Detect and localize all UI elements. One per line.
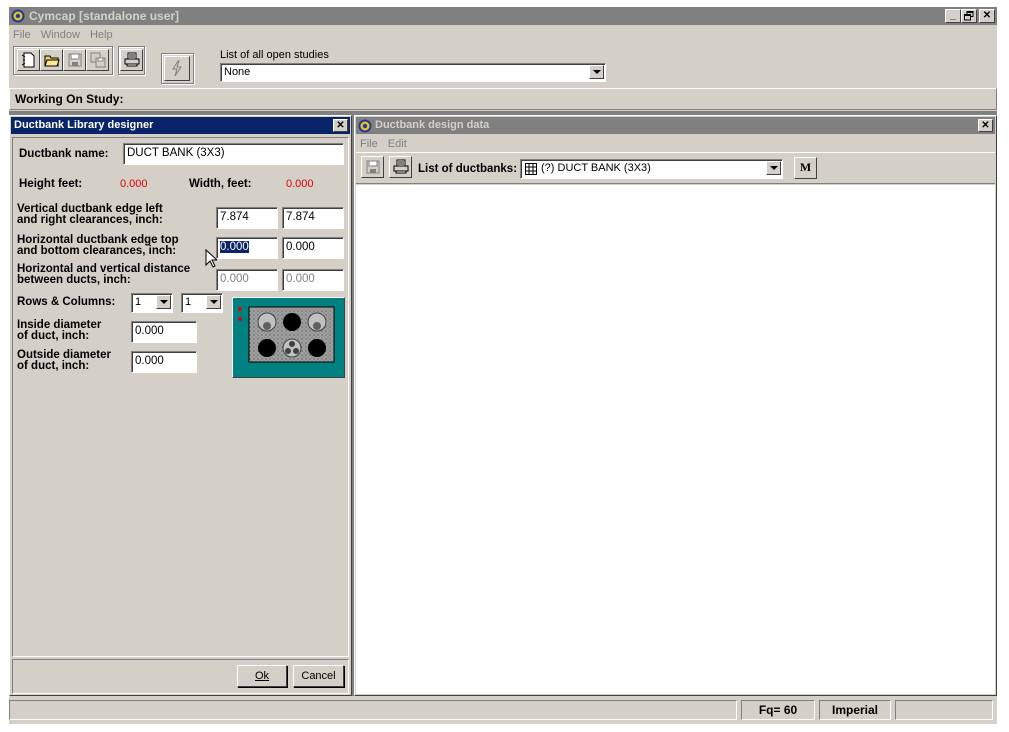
status-bar: Fq= 60 Imperial (9, 697, 997, 720)
open-studies-value: None (224, 66, 251, 78)
design-data-toolbar: List of ductbanks: (?) DUCT BANK (3X3) M (356, 152, 995, 184)
outside-diameter-input[interactable]: 0.000 (131, 351, 197, 373)
open-studies-select[interactable]: None (220, 63, 606, 82)
design-data-menubar: File Edit (356, 135, 410, 151)
save-all-button[interactable] (86, 49, 109, 71)
design-data-titlebar[interactable]: Ductbank design data ✕ (356, 117, 995, 134)
open-folder-icon (44, 55, 60, 67)
outside-diameter-label-2: of duct, inch: (17, 360, 90, 372)
app-menubar: File Window Help (9, 26, 997, 44)
minimize-button[interactable]: _ (945, 9, 961, 23)
lightning-icon (172, 60, 182, 77)
ductbanks-select[interactable]: (?) DUCT BANK (3X3) (520, 159, 783, 179)
status-message-panel (9, 700, 737, 720)
inside-diameter-input[interactable]: 0.000 (131, 321, 197, 343)
main-toolbar: List of all open studies None (9, 44, 997, 90)
save-all-icon (90, 52, 106, 68)
ductbank-name-label: Ductbank name: (19, 148, 109, 160)
mouse-cursor-icon (205, 249, 217, 268)
printer-icon (393, 159, 409, 174)
ductbanks-list-label: List of ductbanks: (418, 163, 518, 175)
app-titlebar[interactable]: Cymcap [standalone user] _ ✕ (9, 7, 997, 25)
ductbanks-chevron-down-icon[interactable] (766, 161, 781, 175)
working-study-bar: Working On Study: (9, 88, 997, 110)
designer-titlebar[interactable]: Ductbank Library designer ✕ (11, 117, 350, 134)
design-save-button[interactable] (361, 156, 384, 178)
rows-chevron-down-icon[interactable] (156, 295, 171, 309)
app-title: Cymcap [standalone user] (29, 9, 180, 23)
vertical-right-input[interactable]: 7.874 (282, 207, 344, 229)
columns-value: 1 (185, 296, 192, 308)
ductbank-design-data-window: Ductbank design data ✕ File Edit List of… (354, 115, 997, 696)
close-button[interactable]: ✕ (979, 9, 995, 23)
distance-horizontal-input[interactable]: 0.000 (216, 269, 278, 291)
main-window: Cymcap [standalone user] _ ✕ File Window… (9, 7, 997, 724)
units-status: Imperial (819, 700, 891, 720)
menu-help[interactable]: Help (86, 26, 116, 44)
chevron-down-icon[interactable] (589, 65, 604, 79)
frequency-status: Fq= 60 (741, 700, 815, 720)
horizontal-bottom-input[interactable]: 0.000 (282, 237, 344, 259)
height-label: Height feet: (19, 178, 83, 190)
design-data-close-button[interactable]: ✕ (978, 119, 993, 132)
cancel-button[interactable]: Cancel (293, 665, 344, 687)
menu-file[interactable]: File (9, 26, 34, 44)
columns-chevron-down-icon[interactable] (206, 295, 221, 309)
save-button[interactable] (63, 49, 86, 71)
width-label: Width, feet: (189, 178, 252, 190)
ductbanks-select-value: (?) DUCT BANK (3X3) (541, 162, 651, 174)
print-button[interactable] (120, 49, 143, 71)
duct-distance-label-2: between ducts, inch: (17, 274, 131, 286)
horizontal-top-input[interactable]: 0.000 (216, 237, 278, 259)
working-study-label: Working On Study: (15, 92, 124, 106)
design-data-title: Ductbank design data (375, 119, 490, 131)
designer-title: Ductbank Library designer (14, 119, 154, 131)
status-empty-panel (895, 700, 993, 720)
mdi-workspace: Ductbank Library designer ✕ Ductbank nam… (9, 111, 997, 696)
vertical-clearance-label-2: and right clearances, inch: (17, 214, 163, 226)
horizontal-clearance-label-2: and bottom clearances, inch: (17, 245, 177, 257)
run-button[interactable] (164, 56, 190, 81)
width-value: 0.000 (286, 178, 314, 190)
restore-icon (964, 11, 974, 21)
new-study-button[interactable] (17, 49, 40, 71)
design-menu-edit[interactable]: Edit (384, 135, 410, 153)
ok-button-label: Ok (254, 670, 270, 682)
design-print-button[interactable] (389, 156, 412, 178)
vertical-left-input[interactable]: 7.874 (216, 207, 278, 229)
columns-select[interactable]: 1 (181, 293, 223, 313)
ductbank-preview-image (232, 297, 345, 378)
open-study-button[interactable] (40, 49, 63, 71)
open-studies-label: List of all open studies (220, 49, 329, 61)
height-value: 0.000 (120, 178, 148, 190)
m-button[interactable]: M (794, 157, 817, 179)
printer-icon (124, 52, 140, 67)
cymcap-doc-icon (358, 119, 372, 133)
rows-columns-label: Rows & Columns: (17, 296, 116, 308)
new-document-icon (21, 52, 35, 68)
save-disk-icon (366, 160, 380, 174)
cymcap-logo-icon (11, 9, 25, 23)
cancel-button-label: Cancel (301, 670, 336, 682)
design-menu-file[interactable]: File (356, 135, 381, 153)
rows-value: 1 (135, 296, 142, 308)
ductbank-cross-section-icon (238, 306, 335, 363)
rows-select[interactable]: 1 (131, 293, 173, 313)
menu-window[interactable]: Window (37, 26, 83, 44)
ductbank-name-input[interactable]: DUCT BANK (3X3) (123, 143, 344, 165)
designer-close-button[interactable]: ✕ (333, 119, 348, 132)
design-data-canvas[interactable] (356, 185, 995, 694)
ductbank-library-designer-window: Ductbank Library designer ✕ Ductbank nam… (9, 115, 352, 696)
ok-button[interactable]: Ok (237, 665, 287, 687)
restore-button[interactable] (961, 9, 977, 23)
grid-icon (525, 163, 537, 175)
save-disk-icon (68, 53, 82, 67)
inside-diameter-label-2: of duct, inch: (17, 330, 90, 342)
horizontal-top-selected-text: 0.000 (220, 241, 249, 253)
distance-vertical-input[interactable]: 0.000 (282, 269, 344, 291)
